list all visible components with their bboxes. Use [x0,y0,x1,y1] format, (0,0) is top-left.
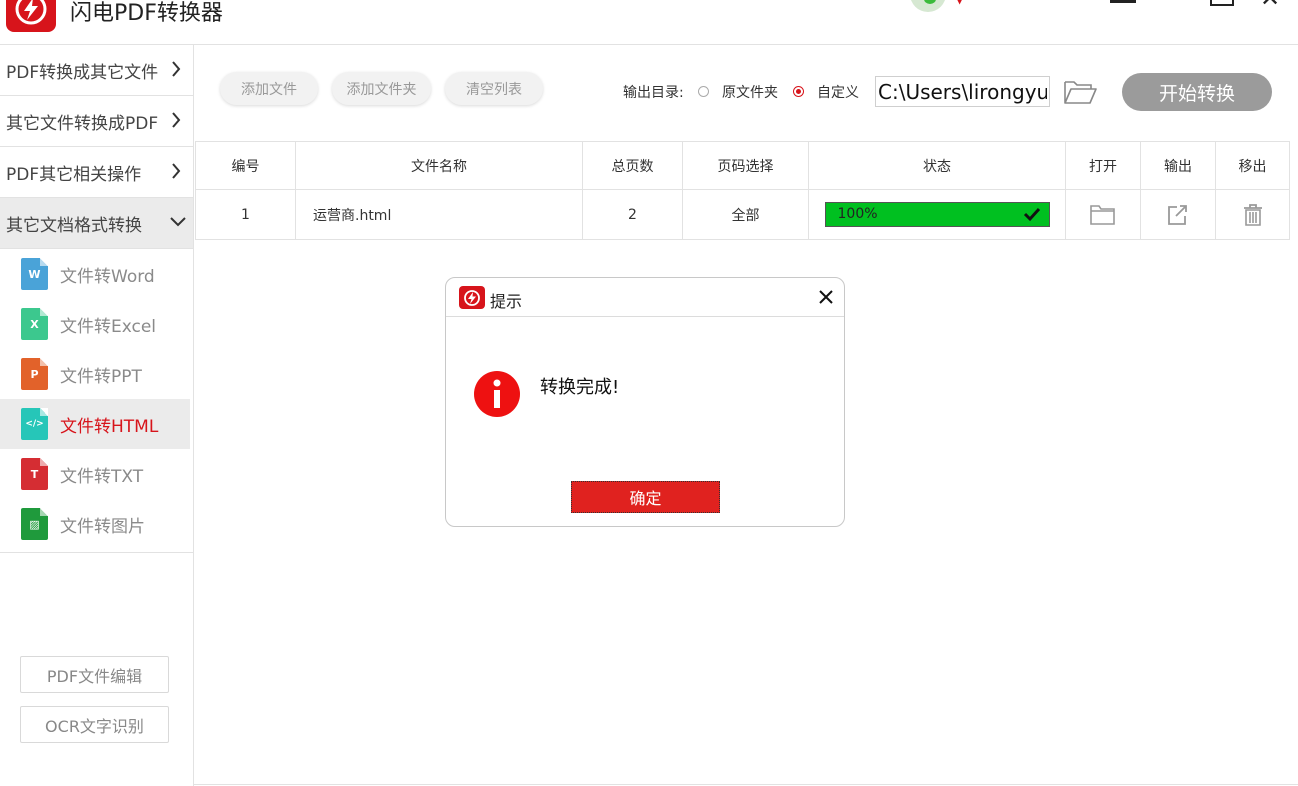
dialog-message: 转换完成! [540,373,619,399]
cell-status: 100% [809,190,1066,240]
header-file-name: 文件名称 [296,142,583,190]
checkmark-icon [1023,206,1041,222]
open-folder-icon[interactable] [1090,204,1116,226]
sidebar-category-label: 其它文件转换成PDF [6,109,158,134]
cell-open [1066,190,1141,240]
chevron-down-icon [169,216,187,228]
sidebar-category-label: 其它文档格式转换 [6,211,142,236]
app-logo-icon [6,0,56,32]
header-remove: 移出 [1216,142,1290,190]
title-bar: 闪电PDF转换器 ▼ ••• ✕ [0,0,1298,45]
minimize-button[interactable] [1110,0,1136,3]
bottom-divider [194,784,1298,785]
close-icon[interactable] [819,290,833,304]
txt-doc-icon: T [21,458,48,490]
sidebar: PDF转换成其它文件 其它文件转换成PDF PDF其它相关操作 其它文档格式转换… [0,45,194,786]
radio-original-label: 原文件夹 [722,82,778,102]
sidebar-item-label: 文件转图片 [60,512,145,537]
sidebar-item-to-ppt[interactable]: P 文件转PPT [0,349,190,399]
header-status: 状态 [809,142,1066,190]
ppt-doc-icon: P [21,358,48,390]
app-window: 闪电PDF转换器 ▼ ••• ✕ PDF转换成其它文件 其它文件转换成PDF P… [0,0,1298,786]
header-open: 打开 [1066,142,1141,190]
external-link-icon[interactable] [1165,204,1191,226]
sidebar-item-label: 文件转Excel [60,312,156,337]
cell-index: 1 [196,190,296,240]
cell-output [1141,190,1216,240]
radio-custom-label: 自定义 [817,82,859,102]
cell-page-range[interactable]: 全部 [683,190,809,240]
header-page-range: 页码选择 [683,142,809,190]
dialog-title: 提示 [490,288,522,312]
image-doc-icon: ▨ [21,508,48,540]
clear-list-button[interactable]: 清空列表 [445,72,543,105]
cell-remove [1216,190,1290,240]
sidebar-category-other-to-pdf[interactable]: 其它文件转换成PDF [0,96,193,147]
cell-file-name: 运营商.html [296,190,583,240]
table-header-row: 编号 文件名称 总页数 页码选择 状态 打开 输出 移出 [196,142,1290,190]
chevron-right-icon [171,110,181,130]
chevron-right-icon [171,59,181,79]
sidebar-item-label: 文件转Word [60,262,155,287]
trash-icon[interactable] [1240,204,1266,226]
radio-original-folder[interactable] [698,86,709,97]
sidebar-item-to-html[interactable]: </> 文件转HTML [0,399,190,449]
close-window-button[interactable]: ✕ [1260,0,1280,12]
ocr-button[interactable]: OCR文字识别 [20,706,169,743]
header-total-pages: 总页数 [583,142,683,190]
pdf-edit-button[interactable]: PDF文件编辑 [20,656,169,693]
header-index: 编号 [196,142,296,190]
output-path-input[interactable] [875,76,1050,107]
dialog-header: 提示 [446,278,844,317]
ok-button[interactable]: 确定 [571,481,720,513]
cell-total-pages: 2 [583,190,683,240]
output-dir-label: 输出目录: [623,82,684,102]
chevron-right-icon [171,161,181,181]
radio-custom[interactable] [793,86,804,97]
excel-doc-icon: X [21,308,48,340]
sidebar-item-label: 文件转TXT [60,462,143,487]
sidebar-item-label: 文件转HTML [60,412,158,437]
start-convert-button[interactable]: 开始转换 [1122,73,1272,111]
vip-icon[interactable]: ▼ [955,0,964,6]
progress-bar: 100% [825,202,1050,227]
html-doc-icon: </> [21,408,48,440]
maximize-button[interactable] [1210,0,1234,6]
dialog-logo-icon [459,286,485,309]
sidebar-category-pdf-to-other[interactable]: PDF转换成其它文件 [0,45,193,96]
add-file-button[interactable]: 添加文件 [220,72,318,105]
word-doc-icon: W [21,258,48,290]
add-folder-button[interactable]: 添加文件夹 [332,72,431,105]
sidebar-sub-list: W 文件转Word X 文件转Excel P 文件转PPT </> 文件转HTM… [0,249,193,553]
user-avatar[interactable] [910,0,946,12]
sidebar-category-label: PDF转换成其它文件 [6,58,158,83]
sidebar-item-to-word[interactable]: W 文件转Word [0,249,190,299]
browse-folder-icon[interactable] [1063,78,1098,106]
progress-text: 100% [838,206,878,222]
sidebar-item-to-txt[interactable]: T 文件转TXT [0,449,190,499]
app-title: 闪电PDF转换器 [70,0,223,27]
file-table: 编号 文件名称 总页数 页码选择 状态 打开 输出 移出 1 运营商.html … [195,141,1290,240]
notice-dialog: 提示 转换完成! 确定 [445,277,845,527]
sidebar-item-to-excel[interactable]: X 文件转Excel [0,299,190,349]
sidebar-category-label: PDF其它相关操作 [6,160,141,185]
sidebar-item-label: 文件转PPT [60,362,142,387]
sidebar-category-pdf-other-ops[interactable]: PDF其它相关操作 [0,147,193,198]
info-icon [474,371,520,417]
account-text[interactable]: ••• [1006,0,1031,4]
table-row[interactable]: 1 运营商.html 2 全部 100% [196,190,1290,240]
sidebar-category-other-formats[interactable]: 其它文档格式转换 [0,198,193,249]
sidebar-item-to-image[interactable]: ▨ 文件转图片 [0,499,190,549]
header-output: 输出 [1141,142,1216,190]
